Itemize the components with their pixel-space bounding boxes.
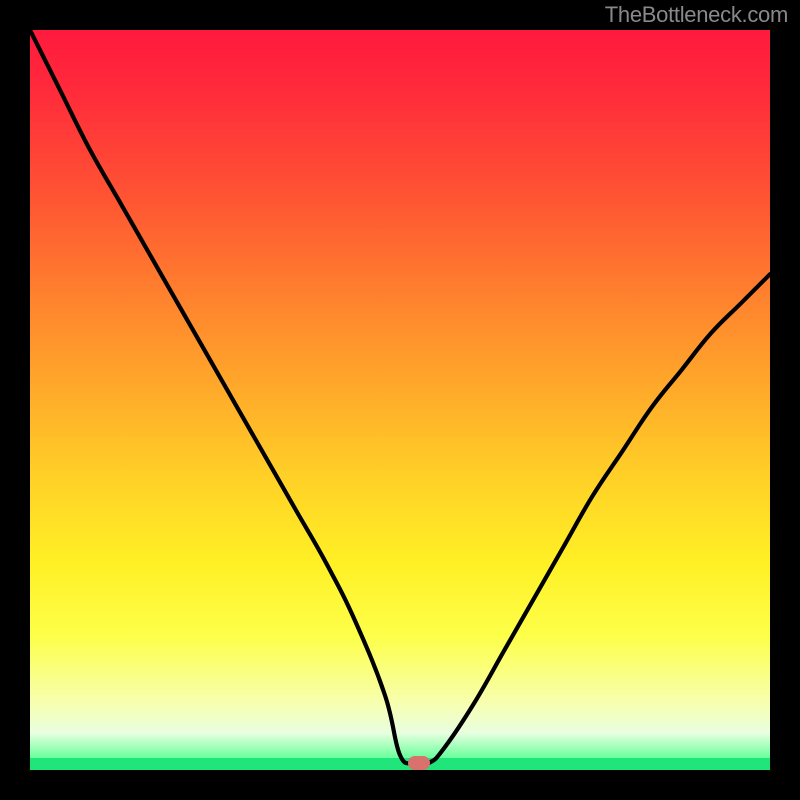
bottleneck-curve	[30, 30, 770, 770]
chart-frame: TheBottleneck.com	[0, 0, 800, 800]
plot-area	[30, 30, 770, 770]
minimum-marker	[408, 756, 430, 770]
watermark-text: TheBottleneck.com	[605, 2, 788, 28]
